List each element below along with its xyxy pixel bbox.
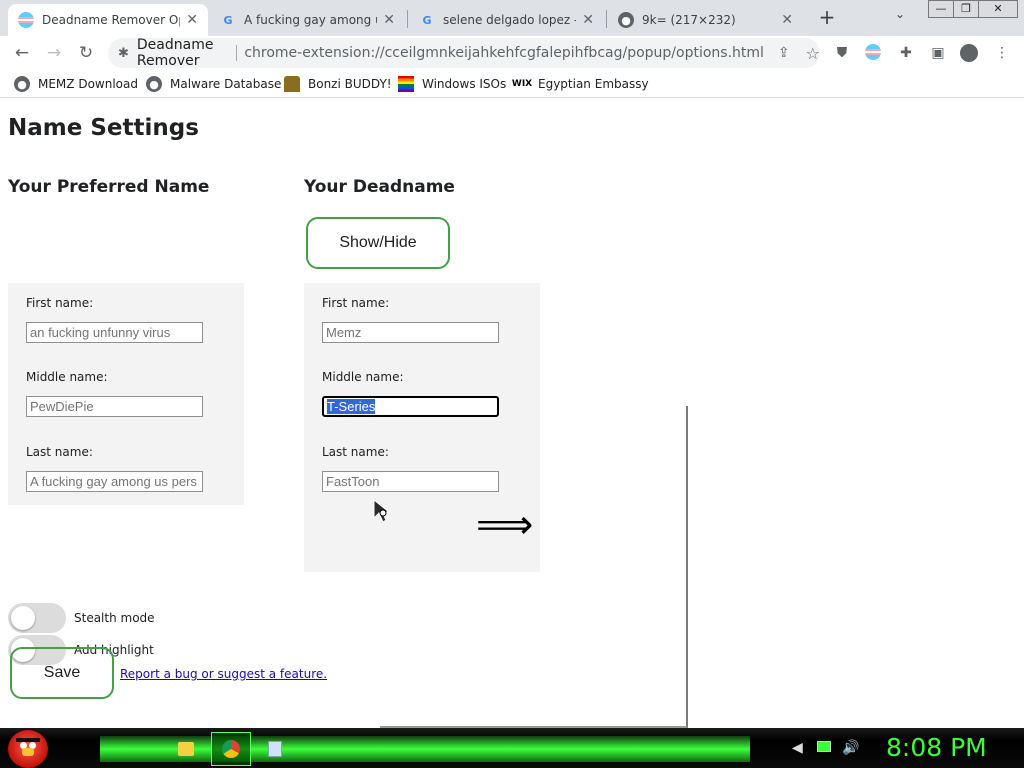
volume-icon[interactable]: 🔊 bbox=[842, 740, 859, 756]
close-icon[interactable]: ✕ bbox=[186, 12, 198, 28]
tab-image[interactable]: ● 9k= (217×232) ✕ bbox=[608, 4, 803, 36]
tab-title: 9k= (217×232) bbox=[642, 13, 736, 27]
preferred-middle-name-input[interactable] bbox=[26, 396, 203, 417]
url-text[interactable]: chrome-extension://cceilgmnkeijahkehfcgf… bbox=[244, 45, 764, 61]
tab-deadname-remover[interactable]: Deadname Remover Opti ✕ bbox=[8, 4, 208, 36]
first-name-label: First name: bbox=[322, 296, 390, 310]
bookmark-label: Malware Database bbox=[170, 77, 282, 91]
file-explorer-icon[interactable] bbox=[166, 732, 206, 766]
trans-flag-extension-icon[interactable] bbox=[865, 44, 883, 62]
bookmark-bonzi[interactable]: Bonzi BUDDY! bbox=[284, 76, 392, 92]
bookmark-windows-isos[interactable]: Windows ISOs bbox=[398, 76, 506, 92]
tab-selene[interactable]: G selene delgado lopez - G ✕ bbox=[409, 4, 604, 36]
preferred-first-name-input[interactable] bbox=[26, 322, 203, 343]
rainbow-flag-icon bbox=[398, 76, 414, 92]
close-icon[interactable]: ✕ bbox=[582, 12, 594, 28]
show-hide-button[interactable]: Show/Hide bbox=[306, 217, 450, 269]
tab-separator bbox=[606, 10, 607, 28]
mouse-cursor-icon bbox=[373, 498, 391, 523]
back-button[interactable]: ← bbox=[11, 42, 33, 64]
maximize-button[interactable]: ❐ bbox=[953, 0, 979, 18]
tab-title: Deadname Remover Opti bbox=[42, 13, 181, 27]
last-name-label: Last name: bbox=[322, 445, 389, 459]
preferred-name-panel: First name: Middle name: Last name: bbox=[8, 283, 244, 505]
bird-brow bbox=[16, 738, 40, 742]
site-name: Deadname Remover bbox=[136, 37, 214, 69]
middle-name-label: Middle name: bbox=[322, 370, 404, 384]
deadname-panel: First name: Middle name: T-Series Last n… bbox=[304, 283, 540, 572]
bookmark-memz[interactable]: ● MEMZ Download bbox=[14, 76, 138, 92]
wix-icon: WIX bbox=[511, 79, 533, 89]
tab-title: selene delgado lopez - G bbox=[443, 13, 576, 27]
bookmark-label: Bonzi BUDDY! bbox=[308, 77, 392, 91]
google-icon: G bbox=[422, 13, 432, 27]
browser-toolbar: ← → ↻ ✱ Deadname Remover chrome-extensio… bbox=[0, 36, 1024, 70]
deadname-first-name-input[interactable] bbox=[322, 322, 499, 343]
double-arrow-right-icon[interactable]: ⟹ bbox=[476, 505, 533, 545]
bookmark-egyptian-embassy[interactable]: WIX Egyptian Embassy bbox=[511, 76, 649, 92]
address-bar[interactable]: ✱ Deadname Remover chrome-extension://cc… bbox=[108, 37, 820, 69]
bird-beak bbox=[22, 748, 34, 756]
side-panel-icon[interactable]: ▣ bbox=[929, 44, 947, 62]
reload-button[interactable]: ↻ bbox=[75, 42, 97, 64]
globe-icon: ● bbox=[14, 76, 30, 92]
chevron-down-icon[interactable]: ⌄ bbox=[895, 7, 905, 21]
taskbar bbox=[0, 728, 1024, 768]
profile-avatar-icon[interactable] bbox=[960, 44, 978, 62]
middle-name-label: Middle name: bbox=[26, 370, 108, 384]
deadname-heading: Your Deadname bbox=[304, 177, 455, 197]
first-name-label: First name: bbox=[26, 296, 94, 310]
clock[interactable]: 8:08 PM bbox=[886, 733, 987, 762]
minimize-button[interactable]: — bbox=[928, 0, 954, 18]
close-window-button[interactable]: ✕ bbox=[978, 0, 1018, 18]
deadname-last-name-input[interactable] bbox=[322, 471, 499, 492]
ublock-icon[interactable]: ⛊ bbox=[833, 44, 851, 62]
tab-among-us[interactable]: G A fucking gay among us ✕ bbox=[210, 4, 405, 36]
expand-tray-icon[interactable]: ◀ bbox=[792, 740, 803, 756]
deadname-middle-name-input[interactable]: T-Series bbox=[322, 396, 499, 417]
save-button[interactable]: Save bbox=[10, 647, 114, 699]
switch-knob bbox=[11, 606, 35, 630]
stealth-mode-label: Stealth mode bbox=[74, 611, 155, 625]
tab-separator bbox=[407, 10, 408, 28]
menu-kebab-icon[interactable]: ⋮ bbox=[993, 44, 1011, 62]
new-tab-button[interactable]: + bbox=[815, 6, 839, 30]
report-bug-link[interactable]: Report a bug or suggest a feature. bbox=[120, 667, 327, 681]
notepad-icon[interactable] bbox=[255, 732, 295, 766]
bookmark-malware[interactable]: ● Malware Database bbox=[146, 76, 281, 92]
options-page: Name Settings Your Preferred Name Your D… bbox=[0, 99, 1024, 729]
bonzi-icon bbox=[284, 76, 300, 92]
stealth-mode-switch[interactable] bbox=[8, 603, 66, 633]
globe-icon: ● bbox=[618, 12, 634, 28]
tab-title: A fucking gay among us bbox=[244, 13, 378, 27]
close-icon[interactable]: ✕ bbox=[383, 12, 395, 28]
share-icon[interactable]: ⇪ bbox=[778, 45, 790, 61]
preferred-name-heading: Your Preferred Name bbox=[8, 177, 210, 197]
angry-bird-start-icon[interactable] bbox=[8, 730, 48, 768]
bookmark-star-icon[interactable]: ☆ bbox=[806, 44, 820, 63]
bookmarks-bar: ● MEMZ Download ● Malware Database Bonzi… bbox=[0, 70, 1024, 98]
bookmark-label: MEMZ Download bbox=[38, 77, 138, 91]
extensions-puzzle-icon[interactable]: ✚ bbox=[897, 44, 915, 62]
chrome-icon[interactable] bbox=[211, 732, 251, 766]
globe-icon: ● bbox=[146, 76, 162, 92]
google-icon: G bbox=[223, 13, 233, 27]
preferred-last-name-input[interactable] bbox=[26, 471, 203, 492]
selected-text: T-Series bbox=[327, 399, 376, 414]
tab-strip: Deadname Remover Opti ✕ G A fucking gay … bbox=[0, 0, 1024, 36]
monitor-icon[interactable] bbox=[817, 740, 831, 756]
forward-button[interactable]: → bbox=[43, 42, 65, 64]
extension-icon: ✱ bbox=[118, 45, 129, 61]
divider bbox=[686, 406, 688, 729]
divider bbox=[235, 45, 237, 61]
trans-flag-icon bbox=[18, 12, 34, 28]
close-icon[interactable]: ✕ bbox=[781, 12, 793, 28]
bookmark-label: Egyptian Embassy bbox=[538, 77, 649, 91]
page-title: Name Settings bbox=[8, 115, 199, 141]
bookmark-label: Windows ISOs bbox=[422, 77, 507, 91]
last-name-label: Last name: bbox=[26, 445, 93, 459]
